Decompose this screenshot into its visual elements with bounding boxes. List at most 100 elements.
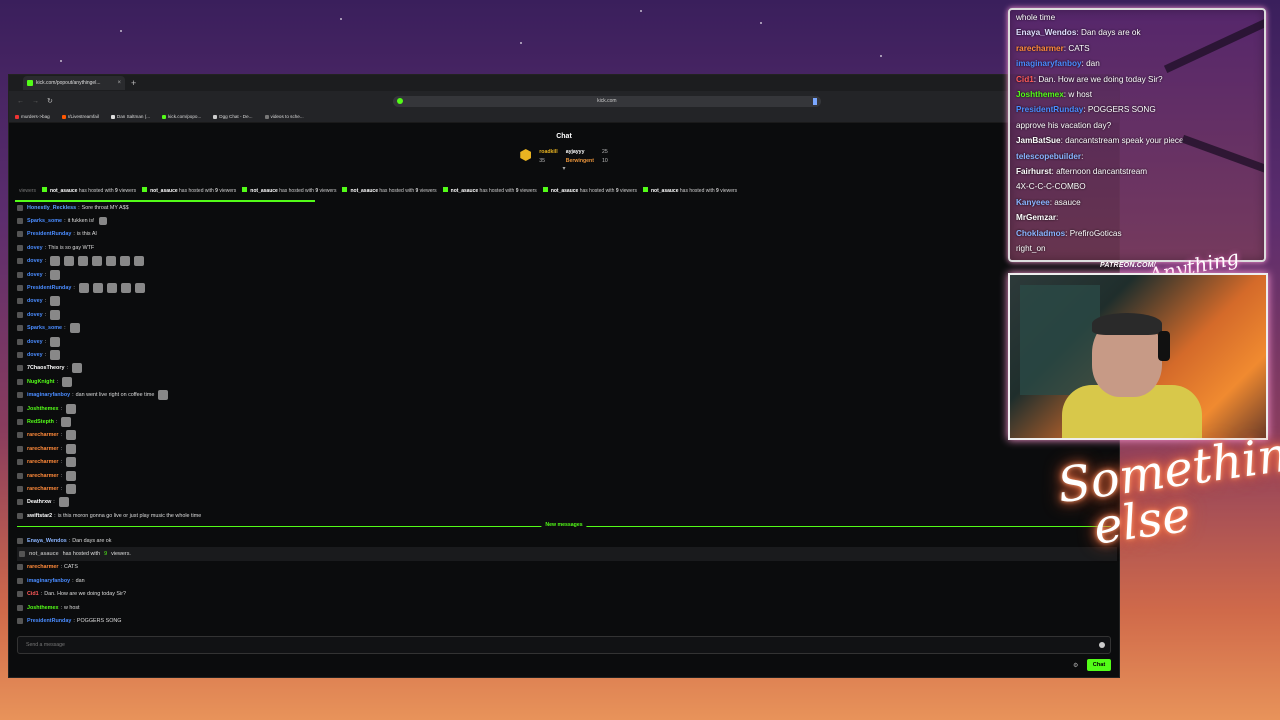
emote-icon[interactable]	[58, 497, 69, 508]
chat-username[interactable]: 7ChaosTheory	[27, 365, 64, 371]
emote-icon[interactable]	[64, 256, 75, 267]
emote-icon[interactable]	[78, 283, 89, 294]
user-badge-icon	[17, 231, 23, 238]
user-badge-icon	[17, 459, 23, 466]
url-field[interactable]: kick.com	[392, 95, 821, 107]
emote-icon[interactable]	[134, 283, 145, 294]
bookmark-item[interactable]: Dgg Chat - De...	[213, 114, 253, 119]
emote-icon[interactable]	[65, 430, 76, 441]
emote-icon[interactable]	[158, 390, 169, 401]
bookmark-item[interactable]: Dan Saltman (...	[110, 114, 150, 119]
reload-icon[interactable]: ↻	[47, 97, 53, 105]
emote-icon[interactable]	[120, 256, 131, 267]
chat-username[interactable]: imaginaryfanboy	[27, 392, 70, 398]
chat-username[interactable]: dovey	[27, 312, 43, 318]
emote-icon[interactable]	[50, 296, 61, 307]
leader-name[interactable]: roadkill	[539, 149, 557, 155]
bookmark-item[interactable]: murders->bag	[15, 114, 50, 119]
emote-icon[interactable]	[92, 256, 103, 267]
emote-icon[interactable]	[65, 483, 76, 494]
chat-input[interactable]: Send a message	[17, 636, 1111, 654]
chat-username[interactable]: Deathrxw	[27, 499, 51, 505]
chat-username[interactable]: dovey	[27, 352, 43, 358]
gear-icon[interactable]: ⚙	[1073, 662, 1078, 669]
chat-username[interactable]: RedStepth	[27, 419, 54, 425]
emote-icon[interactable]	[50, 309, 61, 320]
chat-username[interactable]: PresidentRunday	[27, 231, 71, 237]
chat-username[interactable]: rarecharmer	[27, 432, 58, 438]
chat-username[interactable]: Enaya_Wendos	[27, 538, 67, 544]
chat-username[interactable]: Cid1	[27, 591, 39, 597]
emote-icon[interactable]	[50, 336, 61, 347]
chat-username[interactable]: dovey	[27, 298, 43, 304]
chat-username[interactable]: swiftstar2	[27, 513, 52, 519]
chat-username[interactable]: Honestly_Reckless	[27, 205, 76, 211]
chat-username[interactable]: Joshthemex	[27, 605, 58, 611]
hosted-user[interactable]: not_asauce	[50, 188, 78, 194]
emote-icon[interactable]	[50, 269, 61, 280]
hosted-user[interactable]: not_asauce	[150, 188, 178, 194]
emote-icon[interactable]	[61, 416, 72, 427]
chat-username[interactable]: Sparks_some	[27, 325, 62, 331]
chat-message: PresidentRunday: is this AI	[17, 228, 1117, 241]
emote-icon[interactable]	[71, 363, 82, 374]
bookmark-item[interactable]: kick.com/popo...	[162, 114, 201, 119]
bookmark-item[interactable]: r/Livestreamfail	[61, 114, 99, 119]
emote-icon[interactable]	[134, 256, 145, 267]
emote-icon[interactable]	[62, 376, 73, 387]
chat-username[interactable]: dovey	[27, 272, 43, 278]
overlay-username: Kanyeee	[1016, 197, 1050, 207]
emote-icon[interactable]	[98, 217, 107, 226]
back-arrow-icon[interactable]: ←	[17, 98, 24, 105]
send-chat-button[interactable]: Chat	[1087, 659, 1111, 671]
chat-username[interactable]: PresidentRunday	[27, 285, 71, 291]
emoji-picker-icon[interactable]	[1099, 642, 1105, 648]
chat-username[interactable]: rarecharmer	[27, 564, 58, 570]
chat-username[interactable]: rarecharmer	[27, 446, 58, 452]
emote-icon[interactable]	[65, 443, 76, 454]
chat-username[interactable]: imaginaryfanboy	[27, 578, 70, 584]
hosted-user[interactable]: not_asauce	[451, 188, 479, 194]
hosted-user[interactable]: not_asauce	[651, 188, 679, 194]
emote-icon[interactable]	[50, 256, 61, 267]
emote-icon[interactable]	[78, 256, 89, 267]
hosted-user[interactable]: not_asauce	[350, 188, 378, 194]
emote-icon[interactable]	[69, 323, 80, 334]
chat-username[interactable]: rarecharmer	[27, 473, 58, 479]
expand-chevron-icon[interactable]: ▾	[9, 165, 1119, 172]
chat-username[interactable]: rarecharmer	[27, 459, 58, 465]
overlay-username: Fairhurst	[1016, 167, 1052, 177]
leader-name[interactable]: Berwingent	[566, 158, 594, 164]
leader-count: 10	[601, 158, 608, 164]
emote-icon[interactable]	[106, 283, 117, 294]
hosted-user[interactable]: not_asauce	[551, 188, 579, 194]
emote-icon[interactable]	[50, 349, 61, 360]
emote-icon[interactable]	[106, 256, 117, 267]
chat-username[interactable]: Joshthemex	[27, 406, 58, 412]
new-tab-button[interactable]: +	[131, 78, 136, 88]
overlay-username: MrGemzar	[1016, 213, 1057, 223]
emote-icon[interactable]	[92, 283, 103, 294]
tab-kick-popout[interactable]: kick.com/popout/anythingel... ×	[23, 76, 125, 90]
leader-name[interactable]: ayjayyy	[566, 149, 594, 155]
close-tab-icon[interactable]: ×	[117, 80, 121, 86]
chat-username[interactable]: NugKnight	[27, 379, 55, 385]
chat-username[interactable]: not_asauce	[29, 551, 59, 557]
chat-username[interactable]: rarecharmer	[27, 486, 58, 492]
bookmark-icon[interactable]	[812, 97, 817, 105]
bookmark-item[interactable]: videos to sche...	[264, 114, 304, 119]
emote-icon[interactable]	[65, 403, 76, 414]
forward-arrow-icon[interactable]: →	[32, 98, 39, 105]
chat-username[interactable]: PresidentRunday	[27, 618, 71, 624]
emote-icon[interactable]	[65, 457, 76, 468]
user-badge-icon	[17, 577, 23, 584]
emote-icon[interactable]	[120, 283, 131, 294]
chat-username[interactable]: Sparks_some	[27, 218, 62, 224]
hosted-user[interactable]: not_asauce	[250, 188, 278, 194]
emote-icon[interactable]	[65, 470, 76, 481]
chat-username[interactable]: dovey	[27, 339, 43, 345]
chat-username[interactable]: dovey	[27, 245, 43, 251]
chat-message: rarecharmer:	[17, 429, 1117, 442]
chat-username[interactable]: dovey	[27, 258, 43, 264]
overlay-username: rarecharmer	[1016, 43, 1064, 53]
